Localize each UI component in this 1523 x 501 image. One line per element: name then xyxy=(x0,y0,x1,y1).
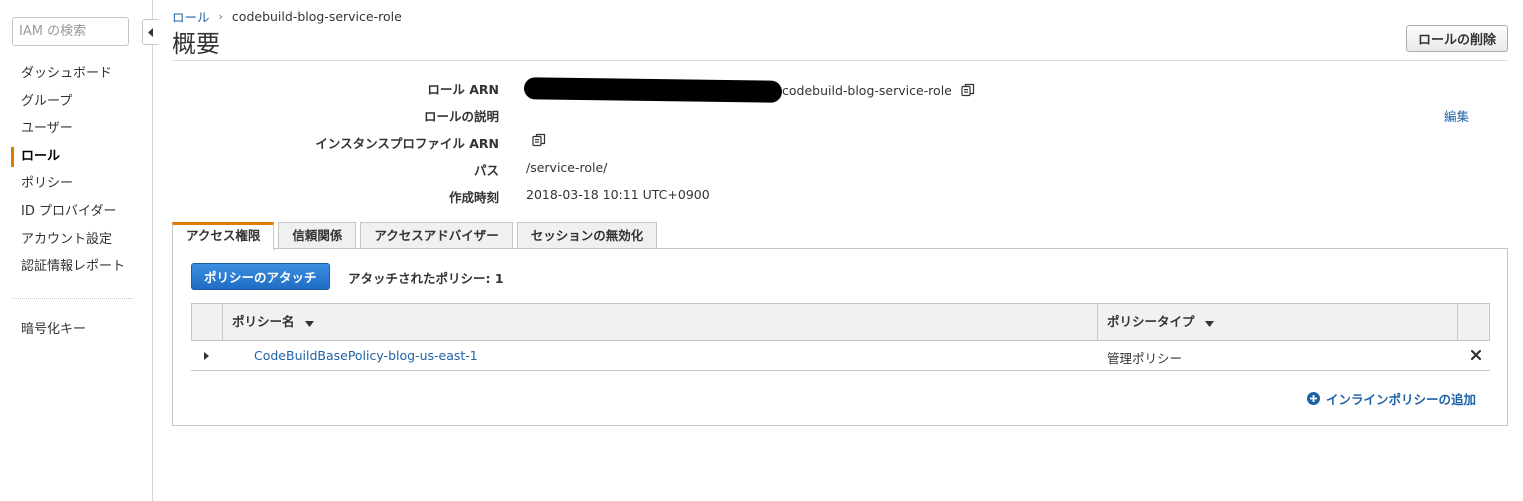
edit-description-link[interactable]: 編集 xyxy=(1444,106,1469,125)
tab-permissions[interactable]: アクセス権限 xyxy=(172,222,275,250)
sidebar-item-credential-report[interactable]: 認証情報レポート xyxy=(0,253,153,281)
plus-circle-icon xyxy=(1306,392,1320,405)
breadcrumb-current: codebuild-blog-service-role xyxy=(231,9,402,24)
column-header-label: ポリシータイプ xyxy=(1107,314,1195,329)
path-label: パス xyxy=(473,163,499,178)
sidebar-item-encryption-keys[interactable]: 暗号化キー xyxy=(21,318,86,337)
table-row: CodeBuildBasePolicy-blog-us-east-1 管理ポリシ… xyxy=(191,341,1490,371)
title-divider xyxy=(172,60,1508,61)
created-value: 2018-03-18 10:11 UTC+0900 xyxy=(526,187,710,202)
sidebar-item-policies[interactable]: ポリシー xyxy=(0,170,153,198)
role-arn-row: ロール ARN codebuild-blog-service-role xyxy=(172,73,1508,103)
policy-type-cell: 管理ポリシー xyxy=(1107,351,1183,366)
instance-profile-row: インスタンスプロファイル ARN xyxy=(172,127,1508,154)
copy-icon[interactable] xyxy=(532,133,546,147)
path-row: パス /service-role/ xyxy=(172,154,1508,181)
sort-caret-icon xyxy=(1204,305,1214,341)
tab-trust-relationships[interactable]: 信頼関係 xyxy=(278,222,357,249)
policies-table: ポリシー名 ポリシータイプ CodeBuildBasePolicy-blog-u… xyxy=(191,303,1490,371)
instance-profile-label: インスタンスプロファイル ARN xyxy=(315,136,499,151)
attach-policy-button[interactable]: ポリシーのアタッチ xyxy=(191,263,330,290)
created-row: 作成時刻 2018-03-18 10:11 UTC+0900 xyxy=(172,181,1508,208)
sidebar-item-identity-providers[interactable]: ID プロバイダー xyxy=(0,198,153,226)
role-arn-value: codebuild-blog-service-role xyxy=(523,77,975,103)
role-tabs: アクセス権限 信頼関係 アクセスアドバイザー セッションの無効化 xyxy=(172,222,661,250)
role-description-row: ロールの説明 編集 xyxy=(172,100,1508,127)
column-header-actions xyxy=(1457,304,1489,340)
sidebar-divider xyxy=(12,298,133,299)
table-header: ポリシー名 ポリシータイプ xyxy=(191,303,1490,341)
column-header-policy-type[interactable]: ポリシータイプ xyxy=(1097,304,1457,340)
tab-access-advisor[interactable]: アクセスアドバイザー xyxy=(360,222,513,249)
column-header-policy-name[interactable]: ポリシー名 xyxy=(222,304,1097,340)
main-content: ロール › codebuild-blog-service-role 概要 ロール… xyxy=(172,0,1508,501)
chevron-left-icon xyxy=(147,27,153,37)
iam-search-input[interactable] xyxy=(12,17,129,46)
redacted-account-id xyxy=(523,77,783,103)
sidebar-item-account-settings[interactable]: アカウント設定 xyxy=(0,226,153,254)
permissions-panel: ポリシーのアタッチ アタッチされたポリシー: 1 ポリシー名 ポリシータイプ C… xyxy=(172,248,1508,426)
sidebar-item-users[interactable]: ユーザー xyxy=(0,115,153,143)
role-arn-label: ロール ARN xyxy=(427,82,499,97)
add-inline-policy-label: インラインポリシーの追加 xyxy=(1325,392,1476,407)
attached-policy-count: アタッチされたポリシー: 1 xyxy=(348,271,504,286)
role-arn-suffix: codebuild-blog-service-role xyxy=(782,82,952,98)
sidebar-nav: ダッシュボード グループ ユーザー ロール ポリシー ID プロバイダー アカウ… xyxy=(0,60,153,281)
policy-name-link[interactable]: CodeBuildBasePolicy-blog-us-east-1 xyxy=(254,348,478,363)
instance-profile-value xyxy=(526,133,546,147)
copy-icon[interactable] xyxy=(961,83,975,97)
role-description-label: ロールの説明 xyxy=(423,109,499,124)
sidebar-item-groups[interactable]: グループ xyxy=(0,88,153,116)
page-title: 概要 xyxy=(172,30,220,58)
role-summary: ロール ARN codebuild-blog-service-role ロールの… xyxy=(172,73,1508,208)
path-value: /service-role/ xyxy=(526,160,608,175)
tab-revoke-sessions[interactable]: セッションの無効化 xyxy=(516,222,658,249)
sidebar-item-dashboard[interactable]: ダッシュボード xyxy=(0,60,153,88)
delete-role-button[interactable]: ロールの削除 xyxy=(1405,25,1508,52)
created-label: 作成時刻 xyxy=(448,190,499,205)
breadcrumb-separator-icon: › xyxy=(218,10,223,23)
sort-caret-icon xyxy=(304,305,314,341)
detach-policy-icon[interactable] xyxy=(1471,350,1481,360)
add-inline-policy-link[interactable]: インラインポリシーの追加 xyxy=(1306,389,1476,408)
sidebar: ダッシュボード グループ ユーザー ロール ポリシー ID プロバイダー アカウ… xyxy=(0,0,158,501)
column-header-label: ポリシー名 xyxy=(232,314,295,329)
expand-row-icon[interactable] xyxy=(204,352,209,360)
sidebar-collapse-button[interactable] xyxy=(142,19,158,45)
sidebar-item-roles[interactable]: ロール xyxy=(0,143,153,171)
